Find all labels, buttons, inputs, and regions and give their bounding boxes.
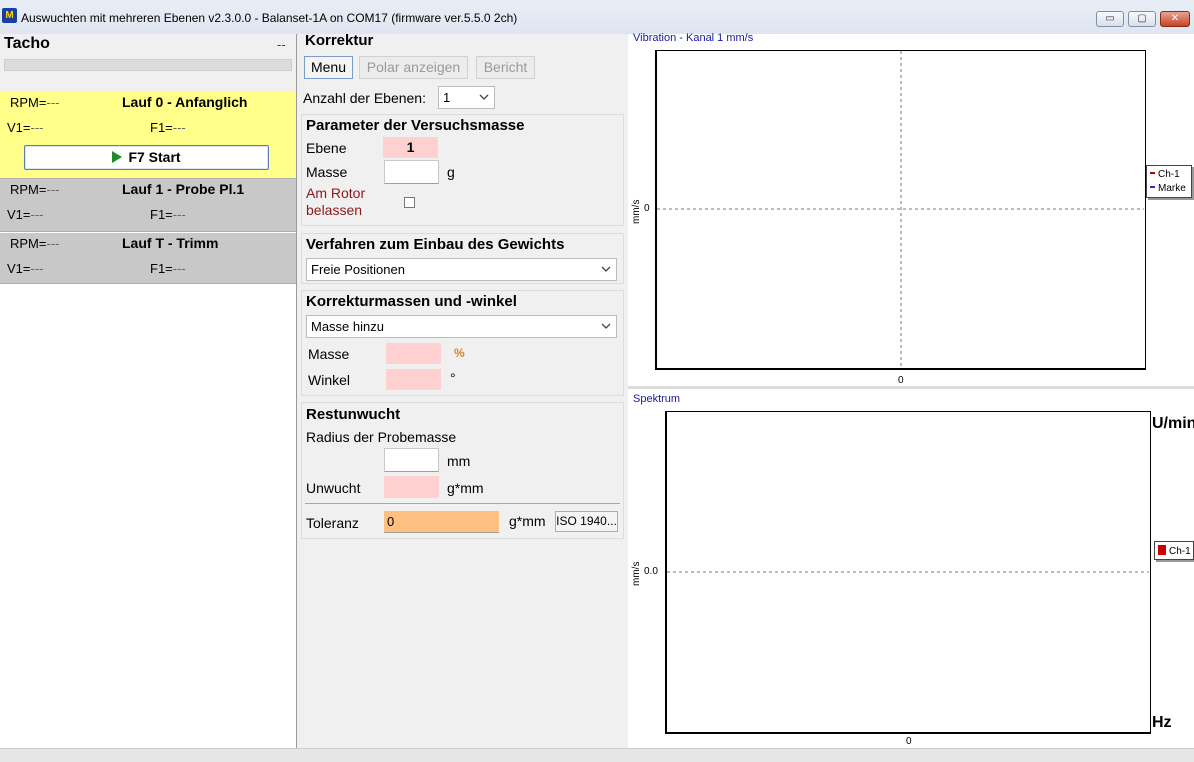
run-t-panel[interactable]: RPM=--- Lauf T - Trimm V1=--- F1=--- — [0, 233, 296, 284]
install-method-group: Verfahren zum Einbau des Gewichts Freie … — [301, 233, 624, 284]
tolerance-label: Toleranz — [306, 515, 359, 531]
run-v1: V1=--- — [7, 207, 44, 222]
unbalance-label: Unwucht — [306, 480, 361, 496]
correction-mass-value — [386, 343, 441, 364]
legend-swatch-marke — [1150, 186, 1155, 188]
run-rpm: RPM=--- — [10, 182, 60, 197]
correction-panel: Korrektur Menu Polar anzeigen Bericht An… — [298, 32, 627, 748]
tacho-progress-bar — [4, 59, 292, 71]
app-icon: M — [2, 8, 17, 23]
spectrum-chart: Spektrum mm/s 0.0 0 U/min Hz Ch-1 — [628, 389, 1194, 748]
tolerance-unit: g*mm — [509, 513, 546, 529]
spectrum-plot-area[interactable] — [665, 411, 1151, 734]
correction-angle-label: Winkel — [308, 372, 351, 388]
run-rpm: RPM=--- — [10, 95, 60, 110]
iso-1940-button[interactable]: ISO 1940... — [555, 511, 618, 532]
run-name: Lauf 1 - Probe Pl.1 — [122, 181, 245, 197]
spectrum-plot-svg — [667, 571, 1149, 573]
runs-panel: Tacho -- RPM=--- Lauf 0 - Anfanglich V1=… — [0, 34, 297, 748]
spectrum-legend: Ch-1 — [1154, 541, 1194, 560]
trial-mass-unit: g — [447, 164, 455, 180]
vibration-legend: Ch-1 Marke — [1146, 165, 1192, 198]
minimize-button[interactable]: ▭ — [1096, 11, 1124, 27]
residual-title: Restunwucht — [306, 406, 401, 423]
correction-mass-unit: % — [454, 346, 465, 360]
spectrum-y-tick: 0.0 — [644, 566, 658, 577]
radius-label: Radius der Probemasse — [306, 429, 457, 445]
window-title: Auswuchten mit mehreren Ebenen v2.3.0.0 … — [21, 11, 518, 25]
legend-item-ch1: Ch-1 — [1158, 545, 1191, 557]
trial-mass-title: Parameter der Versuchsmasse — [306, 117, 525, 134]
divider — [305, 503, 620, 504]
plane-value: 1 — [383, 137, 438, 158]
maximize-button[interactable]: ▢ — [1128, 11, 1156, 27]
tacho-label: Tacho — [4, 35, 50, 52]
polar-view-button[interactable]: Polar anzeigen — [359, 56, 468, 79]
status-bar — [0, 748, 1194, 762]
legend-item-ch1: Ch-1 — [1150, 169, 1180, 180]
tacho-value: -- — [277, 37, 286, 52]
trial-mass-label: Masse — [306, 164, 348, 180]
vibration-x-tick: 0 — [898, 375, 904, 386]
correction-masses-group: Korrekturmassen und -winkel Masse hinzu … — [301, 290, 624, 396]
start-button[interactable]: F7 Start — [24, 145, 269, 170]
run-f1: F1=--- — [150, 207, 186, 222]
legend-swatch-ch1 — [1158, 545, 1166, 555]
run-1-panel[interactable]: RPM=--- Lauf 1 - Probe Pl.1 V1=--- F1=--… — [0, 179, 296, 232]
korrektur-title: Korrektur — [305, 32, 374, 49]
tolerance-input[interactable]: 0 — [384, 511, 499, 533]
vibration-plot-area[interactable] — [655, 50, 1146, 370]
vibration-plot-svg — [657, 51, 1144, 368]
chevron-down-icon — [479, 94, 489, 100]
title-bar: M Auswuchten mit mehreren Ebenen v2.3.0.… — [0, 0, 1194, 35]
vibration-y-tick: 0 — [644, 203, 650, 214]
radius-input[interactable] — [384, 448, 439, 472]
run-name: Lauf 0 - Anfanglich — [122, 94, 248, 110]
tacho-section: Tacho -- — [0, 34, 296, 92]
planes-count-label: Anzahl der Ebenen: — [303, 90, 426, 106]
run-v1: V1=--- — [7, 261, 44, 276]
trial-mass-input[interactable] — [384, 160, 439, 184]
leave-on-rotor-checkbox[interactable] — [404, 197, 415, 208]
run-f1: F1=--- — [150, 120, 186, 135]
run-rpm: RPM=--- — [10, 236, 60, 251]
unbalance-value — [384, 476, 439, 498]
legend-swatch-ch1 — [1150, 172, 1155, 174]
trial-mass-group: Parameter der Versuchsmasse Ebene 1 Mass… — [301, 114, 624, 226]
vibration-chart: Vibration - Kanal 1 mm/s mm/s 0 0 Ch-1 M… — [628, 32, 1194, 386]
correction-masses-title: Korrekturmassen und -winkel — [306, 293, 517, 310]
spectrum-x-tick: 0 — [906, 736, 912, 747]
report-button[interactable]: Bericht — [476, 56, 535, 79]
unbalance-unit: g*mm — [447, 480, 484, 496]
vibration-y-axis-label: mm/s — [631, 199, 642, 224]
spectrum-y-axis-label: mm/s — [631, 561, 642, 586]
run-name: Lauf T - Trimm — [122, 235, 219, 251]
vibration-chart-title: Vibration - Kanal 1 mm/s — [633, 32, 754, 44]
spectrum-unit-hz: Hz — [1152, 714, 1172, 731]
spectrum-unit-rpm: U/min — [1152, 415, 1194, 432]
radius-unit: mm — [447, 453, 471, 469]
planes-count-select[interactable]: 1 — [438, 86, 495, 109]
spectrum-chart-title: Spektrum — [633, 393, 681, 405]
correction-angle-unit: ° — [450, 370, 456, 386]
menu-button[interactable]: Menu — [304, 56, 353, 79]
play-icon — [112, 151, 123, 163]
install-method-select[interactable]: Freie Positionen — [306, 258, 617, 281]
run-f1: F1=--- — [150, 261, 186, 276]
legend-item-marke: Marke — [1150, 183, 1186, 194]
residual-unbalance-group: Restunwucht Radius der Probemasse mm Unw… — [301, 402, 624, 539]
leave-on-rotor-label-2: belassen — [306, 202, 363, 218]
install-method-title: Verfahren zum Einbau des Gewichts — [306, 236, 565, 253]
run-v1: V1=--- — [7, 120, 44, 135]
correction-mode-select[interactable]: Masse hinzu — [306, 315, 617, 338]
plane-label: Ebene — [306, 140, 347, 156]
leave-on-rotor-label: Am Rotor — [306, 185, 366, 201]
close-button[interactable]: ✕ — [1160, 11, 1190, 27]
chevron-down-icon — [601, 266, 611, 272]
correction-angle-value — [386, 369, 441, 390]
chevron-down-icon — [601, 323, 611, 329]
correction-mass-label: Masse — [308, 346, 350, 362]
